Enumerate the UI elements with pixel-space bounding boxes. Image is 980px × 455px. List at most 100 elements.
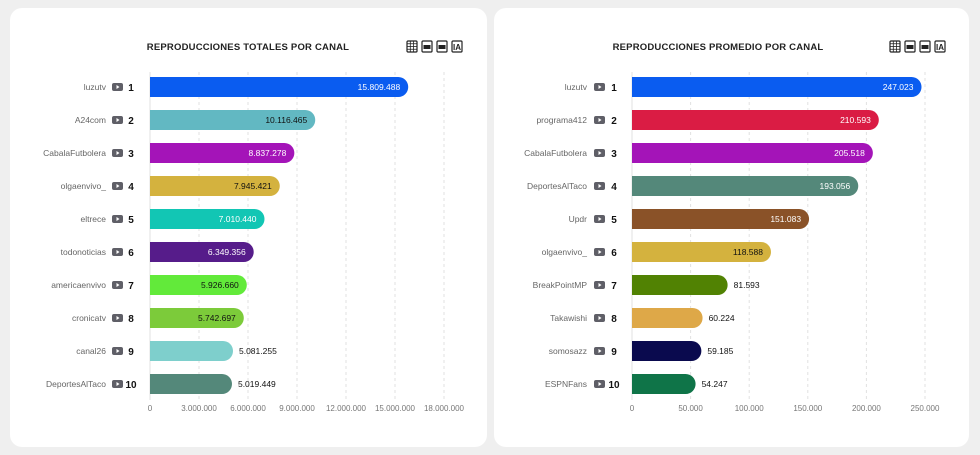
category-label: cronicatv [72,313,107,323]
category-label: canal26 [76,346,106,356]
xls-icon-band [921,45,929,49]
csv-icon[interactable] [904,40,916,53]
youtube-icon[interactable] [112,215,123,223]
table-icon[interactable] [889,40,901,53]
youtube-icon[interactable] [112,182,123,190]
bar-row-olgaenvivo_[interactable]: olgaenvivo_ 4 7.945.421 [61,176,280,196]
value-label: 60.224 [709,313,735,323]
youtube-icon[interactable] [594,116,605,124]
youtube-icon[interactable] [112,83,123,91]
category-label: BreakPointMP [533,280,588,290]
category-label: DeportesAlTaco [527,181,587,191]
csv-icon[interactable] [421,40,433,53]
bar-row-luzutv[interactable]: luzutv 1 15.809.488 [84,77,409,97]
x-tick-label: 150.000 [793,404,822,413]
value-label: 7.010.440 [219,214,257,224]
value-label: 205.518 [834,148,865,158]
bar[interactable] [150,374,232,395]
youtube-icon[interactable] [112,248,123,256]
rank-label: 6 [128,248,134,259]
value-label: 5.081.255 [239,346,277,356]
bar-row-CabalaFutbolera[interactable]: CabalaFutbolera 3 205.518 [524,143,873,163]
bar[interactable] [632,275,728,295]
bar-row-ESPNFans[interactable]: ESPNFans 10 54.247 [545,374,728,395]
value-label: 5.742.697 [198,313,236,323]
rank-label: 3 [128,149,134,160]
rank-label: 9 [128,347,134,358]
bar[interactable] [150,341,233,361]
table-icon[interactable] [406,40,418,53]
youtube-icon[interactable] [112,347,123,355]
rank-label: 10 [125,380,137,391]
youtube-icon[interactable] [594,248,605,256]
youtube-icon[interactable] [594,83,605,91]
category-label: todonoticias [61,247,106,257]
bar-row-cronicatv[interactable]: cronicatv 8 5.742.697 [72,308,244,328]
youtube-icon[interactable] [594,314,605,322]
value-label: 8.837.278 [249,148,287,158]
bar[interactable] [632,341,702,361]
bar-row-BreakPointMP[interactable]: BreakPointMP 7 81.593 [533,275,760,295]
bar-row-olgaenvivo_[interactable]: olgaenvivo_ 6 118.588 [542,242,771,262]
category-label: ESPNFans [545,379,587,389]
xls-icon[interactable] [436,40,448,53]
xls-icon[interactable] [919,40,931,53]
value-label: 151.083 [770,214,801,224]
youtube-icon[interactable] [112,314,123,322]
value-label: 5.019.449 [238,379,276,389]
youtube-icon[interactable] [594,149,605,157]
rank-label: 5 [611,215,617,226]
bar-row-americaenvivo[interactable]: americaenvivo 7 5.926.660 [51,275,247,295]
category-label: programa412 [536,115,587,125]
rank-label: 2 [611,116,617,127]
chart-card-average: REPRODUCCIONES PROMEDIO POR CANAL IA 0 50.0… [494,8,969,447]
value-label: 6.349.356 [208,247,246,257]
rank-label: 8 [611,314,617,325]
x-tick-label: 12.000.000 [326,404,367,413]
category-label: luzutv [84,82,107,92]
bar[interactable] [632,77,922,97]
youtube-icon[interactable] [112,149,123,157]
bar-row-DeportesAlTaco[interactable]: DeportesAlTaco 10 5.019.449 [46,374,276,395]
youtube-icon[interactable] [594,347,605,355]
category-label: americaenvivo [51,280,106,290]
category-label: A24com [75,115,106,125]
bar-row-Takawishi[interactable]: Takawishi 8 60.224 [550,308,735,328]
x-tick-label: 18.000.000 [424,404,465,413]
x-tick-label: 9.000.000 [279,404,315,413]
x-tick-label: 250.000 [911,404,940,413]
bar-row-DeportesAlTaco[interactable]: DeportesAlTaco 4 193.056 [527,176,859,196]
rank-label: 1 [128,83,134,94]
youtube-icon[interactable] [112,380,123,388]
bar-row-todonoticias[interactable]: todonoticias 6 6.349.356 [61,242,254,262]
ia-icon[interactable]: IA [451,40,463,53]
bar[interactable] [632,308,703,328]
ia-icon[interactable]: IA [934,40,946,53]
bar-row-CabalaFutbolera[interactable]: CabalaFutbolera 3 8.837.278 [43,143,295,163]
value-label: 247.023 [883,82,914,92]
bar-row-canal26[interactable]: canal26 9 5.081.255 [76,341,277,361]
rank-label: 5 [128,215,134,226]
bar-row-Updr[interactable]: Updr 5 151.083 [569,209,810,229]
rank-label: 6 [611,248,617,259]
youtube-icon[interactable] [112,281,123,289]
csv-icon-band [906,45,914,49]
category-label: CabalaFutbolera [43,148,106,158]
youtube-icon[interactable] [112,116,123,124]
ia-label: IA [936,43,944,52]
ia-label: IA [453,43,461,52]
bar-row-programa412[interactable]: programa412 2 210.593 [536,110,879,130]
youtube-icon[interactable] [594,215,605,223]
bar-row-A24com[interactable]: A24com 2 10.116.465 [75,110,316,130]
youtube-icon[interactable] [594,380,605,388]
bar-row-luzutv[interactable]: luzutv 1 247.023 [565,77,922,97]
bar-row-eltrece[interactable]: eltrece 5 7.010.440 [80,209,265,229]
x-tick-label: 50.000 [678,404,703,413]
bar[interactable] [632,374,696,395]
youtube-icon[interactable] [594,182,605,190]
x-tick-label: 15.000.000 [375,404,416,413]
youtube-icon[interactable] [594,281,605,289]
value-label: 54.247 [702,379,728,389]
bar-row-somosazz[interactable]: somosazz 9 59.185 [549,341,734,361]
chart-title: REPRODUCCIONES TOTALES POR CANAL [147,42,349,53]
